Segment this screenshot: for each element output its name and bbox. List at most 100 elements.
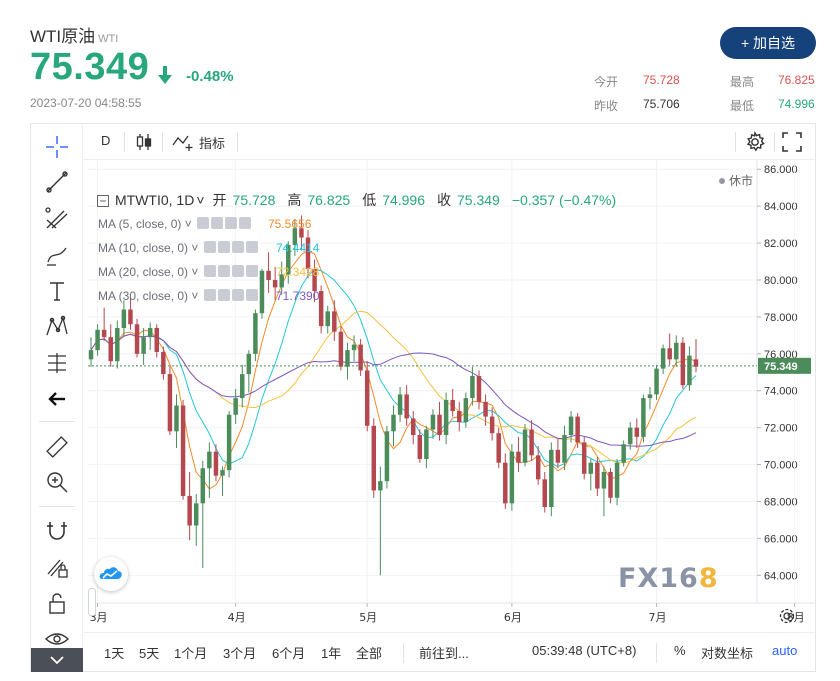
- candle-body: [134, 324, 140, 354]
- zoom-in-icon[interactable]: [44, 469, 70, 495]
- candle: [608, 468, 613, 504]
- candle-body: [489, 416, 495, 434]
- candle: [338, 326, 344, 371]
- text-tool-icon[interactable]: [44, 278, 70, 304]
- pattern-icon[interactable]: [44, 314, 70, 340]
- range-1d[interactable]: 1天: [104, 643, 124, 662]
- percent-scale-toggle[interactable]: %: [674, 643, 686, 658]
- candle: [240, 364, 245, 408]
- candle: [226, 411, 232, 478]
- legend-symbol[interactable]: MTWTI0, 1D: [115, 192, 194, 208]
- candle: [220, 466, 225, 496]
- candle-body: [549, 449, 554, 508]
- candle-body: [207, 451, 212, 469]
- toolbar-separator: [403, 643, 404, 663]
- fib-lines-icon[interactable]: [44, 206, 70, 232]
- candle: [667, 333, 672, 365]
- indicators-button[interactable]: 指标: [199, 133, 225, 152]
- range-6m[interactable]: 6个月: [272, 643, 305, 662]
- candle-style-icon[interactable]: [135, 132, 153, 152]
- candle: [437, 401, 442, 441]
- ma-legend-10[interactable]: MA (10, close, 0) ˅: [98, 241, 258, 255]
- toolbar-divider: [39, 421, 75, 422]
- candle: [614, 459, 620, 506]
- candle-body: [522, 429, 528, 463]
- candle-body: [180, 405, 186, 496]
- candle-body: [470, 375, 475, 399]
- candle-body: [680, 342, 686, 386]
- candle: [115, 320, 120, 369]
- candle: [529, 420, 534, 461]
- range-all[interactable]: 全部: [356, 643, 382, 662]
- tradingview-logo[interactable]: [94, 557, 128, 591]
- fullscreen-icon[interactable]: [782, 132, 802, 152]
- candle: [378, 466, 383, 576]
- candle-body: [634, 427, 640, 437]
- lock-drawing-icon[interactable]: [44, 554, 70, 580]
- fx168-watermark-logo: FX168: [618, 563, 719, 594]
- candle: [654, 364, 659, 400]
- clock-timezone[interactable]: 05:39:48 (UTC+8): [532, 643, 636, 658]
- x-tick-label: 6月: [504, 611, 522, 624]
- market-status: 休市: [719, 172, 753, 189]
- candle: [660, 344, 666, 375]
- indicators-icon[interactable]: [172, 132, 194, 152]
- toolbar-separator: [162, 132, 163, 152]
- forecast-icon[interactable]: [44, 350, 70, 376]
- candle: [318, 285, 324, 334]
- range-1m[interactable]: 1个月: [174, 643, 207, 662]
- candle-body: [345, 350, 350, 367]
- candle-body: [595, 462, 600, 489]
- goto-date-button[interactable]: 前往到...: [419, 643, 469, 662]
- candle-body: [529, 429, 534, 456]
- interval-selector[interactable]: D: [101, 133, 110, 148]
- candle: [634, 418, 640, 448]
- range-1y[interactable]: 1年: [321, 643, 341, 662]
- candle: [371, 418, 377, 498]
- range-3m[interactable]: 3个月: [223, 643, 256, 662]
- ruler-icon[interactable]: [44, 434, 70, 460]
- candle: [476, 370, 482, 410]
- brush-icon[interactable]: [44, 242, 70, 268]
- toolbar-separator: [124, 132, 125, 152]
- candle: [121, 300, 127, 338]
- panel-collapse-handle[interactable]: [88, 588, 96, 616]
- candle: [161, 346, 166, 380]
- ma-legend-5[interactable]: MA (5, close, 0) ˅: [98, 217, 252, 231]
- candle: [200, 460, 206, 568]
- candle-body: [424, 429, 429, 460]
- range-5d[interactable]: 5天: [139, 643, 159, 662]
- candle-body: [628, 427, 633, 445]
- candle: [88, 337, 94, 367]
- arrow-left-icon[interactable]: [44, 386, 70, 412]
- settings-gear-icon[interactable]: [744, 131, 766, 153]
- candle-body: [187, 495, 192, 526]
- legend-open: 75.728: [232, 192, 276, 208]
- candle-body: [318, 291, 324, 327]
- crosshair-icon[interactable]: [44, 134, 70, 160]
- candle-body: [141, 337, 146, 354]
- candle: [101, 307, 107, 341]
- toolbar-scroll-down[interactable]: [31, 648, 83, 672]
- log-scale-toggle[interactable]: 对数坐标: [701, 643, 753, 662]
- candle: [588, 459, 594, 491]
- candle-body: [410, 418, 416, 436]
- candle: [174, 394, 179, 448]
- trend-line-icon[interactable]: [44, 169, 70, 195]
- ma-legend-20[interactable]: MA (20, close, 0) ˅: [98, 265, 258, 279]
- ma-legend-30[interactable]: MA (30, close, 0) ˅: [98, 289, 258, 303]
- candle-body: [233, 398, 238, 415]
- candle-body: [101, 329, 107, 338]
- candle-body: [641, 398, 646, 437]
- candle-body: [358, 344, 363, 371]
- x-tick-label: 5月: [359, 611, 377, 624]
- auto-scale-toggle[interactable]: auto: [772, 643, 797, 658]
- open-label: 开: [212, 192, 227, 208]
- symbol-chevron-icon[interactable]: ˅: [196, 192, 204, 208]
- unlock-icon[interactable]: [44, 590, 70, 616]
- candle-body: [647, 394, 653, 399]
- collapse-legend-icon[interactable]: [97, 195, 109, 207]
- candle-body: [115, 327, 120, 362]
- magnet-icon[interactable]: [44, 518, 70, 544]
- candle: [457, 401, 462, 432]
